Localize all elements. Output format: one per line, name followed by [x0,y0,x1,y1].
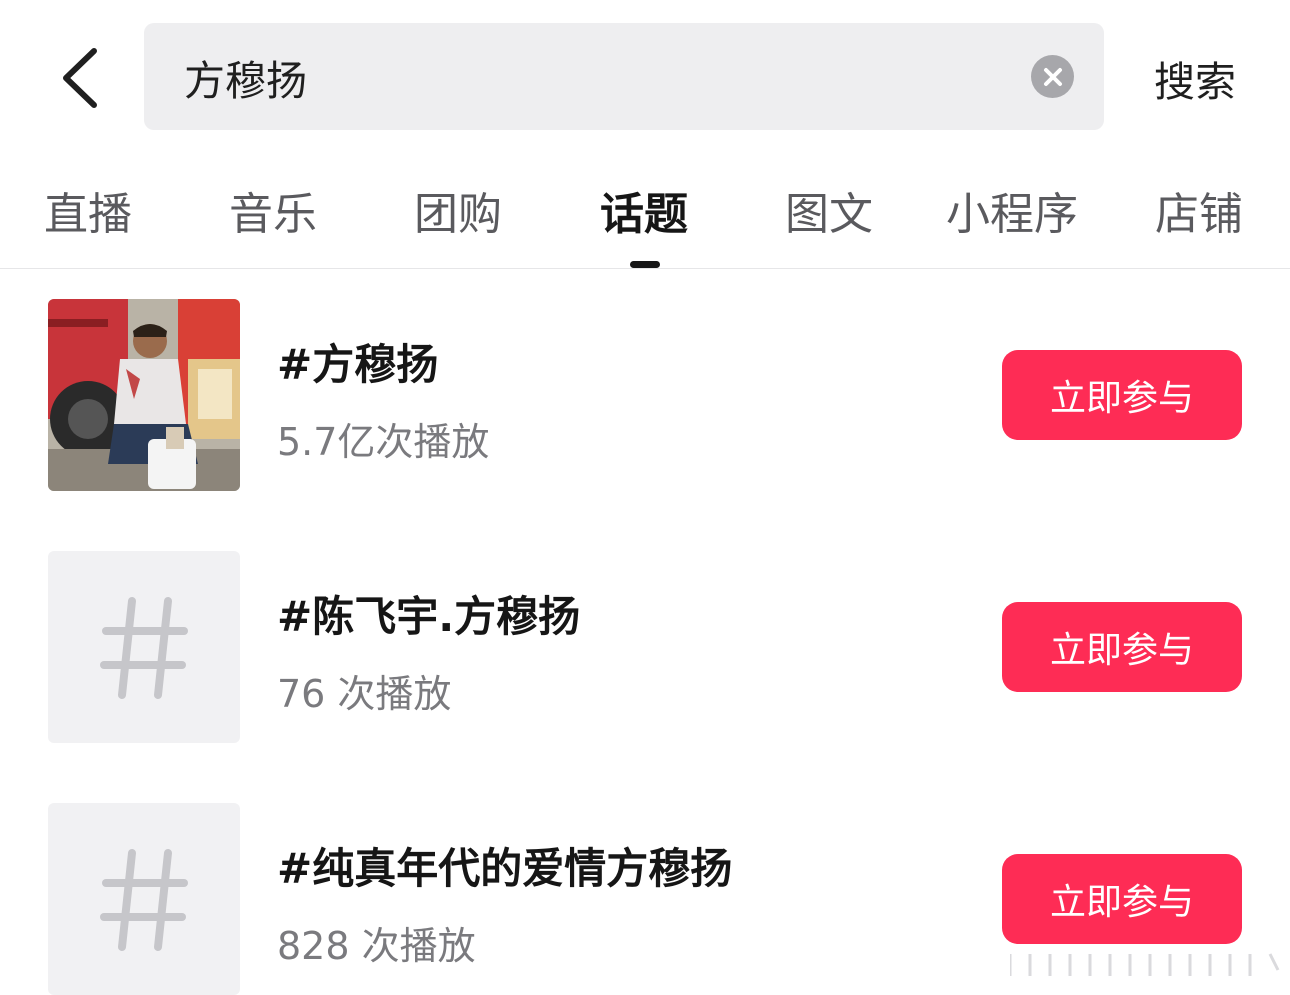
decorative-watermark [1010,953,1280,976]
topic-play-count: 828 次播放 [277,924,476,968]
topic-thumbnail-placeholder [48,803,240,995]
category-tabs: 直播 音乐 团购 话题 图文 小程序 店铺 [0,160,1290,269]
tab-store[interactable]: 店铺 [1155,178,1243,242]
tab-live[interactable]: 直播 [44,178,132,242]
topic-title[interactable]: #陈飞宇.方穆扬 [277,583,580,644]
join-topic-button[interactable]: 立即参与 [1002,854,1242,944]
tab-music[interactable]: 音乐 [229,178,317,242]
hash-icon [100,597,188,699]
tab-topics[interactable]: 话题 [600,178,688,242]
topic-play-count: 76 次播放 [277,672,452,716]
search-results-page: 搜索 直播 音乐 团购 话题 图文 小程序 店铺 [0,0,1290,995]
topic-play-count: 5.7亿次播放 [277,420,490,464]
close-icon [1043,67,1062,86]
topic-title[interactable]: #纯真年代的爱情方穆扬 [277,835,732,896]
back-button[interactable] [48,40,112,116]
topic-item[interactable]: #方穆扬 5.7亿次播放 立即参与 [0,299,1290,499]
hash-icon [100,849,188,951]
clear-button[interactable] [1031,55,1074,98]
join-topic-button[interactable]: 立即参与 [1002,602,1242,692]
topic-thumbnail-photo [48,299,240,491]
chevron-left-icon [63,48,97,108]
topic-title[interactable]: #方穆扬 [277,331,438,392]
tab-group-buy[interactable]: 团购 [414,178,502,242]
join-topic-button[interactable]: 立即参与 [1002,350,1242,440]
search-input[interactable] [184,23,1004,130]
search-button[interactable]: 搜索 [1130,40,1260,116]
search-box[interactable] [144,23,1104,130]
active-tab-indicator [630,261,660,268]
tab-mini-program[interactable]: 小程序 [946,178,1078,242]
topic-thumbnail-placeholder [48,551,240,743]
topic-item[interactable]: #陈飞宇.方穆扬 76 次播放 立即参与 [0,551,1290,751]
tab-image-text[interactable]: 图文 [785,178,873,242]
photo-image [48,299,240,491]
